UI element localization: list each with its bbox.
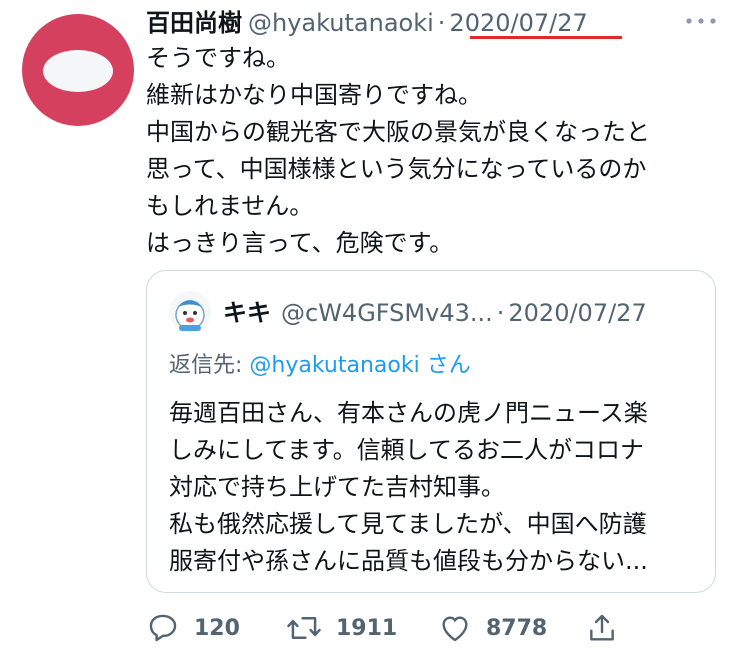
- reply-suffix: さん: [426, 353, 471, 378]
- quoted-text: 毎週百田さん、有本さんの虎ノ門ニュース楽 しみにしてます。信頼してるお二人がコロ…: [169, 395, 699, 580]
- tweet-text: そうですね。 維新はかなり中国寄りですね。 中国からの観光客で大阪の景気が良くな…: [146, 40, 726, 262]
- share-icon: [590, 614, 614, 641]
- quoted-header: キキ @cW4GFSMv43... · 2020/07/27: [223, 293, 647, 333]
- tweet-line: もしれません。: [146, 192, 314, 220]
- author-handle[interactable]: @hyakutanaoki: [248, 5, 434, 41]
- header-separator: ·: [437, 9, 446, 37]
- quoted-date: 2020/07/27: [508, 299, 647, 327]
- replying-to: 返信先: @hyakutanaoki さん: [169, 349, 471, 383]
- retweet-button[interactable]: 1911: [286, 608, 397, 648]
- quoted-author-avatar: [169, 291, 211, 333]
- tweet-line: 中国からの観光客で大阪の景気が良くなったと: [146, 118, 650, 146]
- retweet-icon: [287, 617, 321, 639]
- quoted-author-handle: @cW4GFSMv43...: [281, 299, 493, 327]
- reply-handle-link[interactable]: @hyakutanaoki: [249, 353, 419, 378]
- tweet-line: そうですね。: [146, 44, 290, 72]
- reply-button[interactable]: 120: [146, 608, 240, 648]
- quoted-line: 私も俄然応援して見てましたが、中国へ防護: [169, 510, 647, 538]
- quoted-line: 毎週百田さん、有本さんの虎ノ門ニュース楽: [169, 399, 648, 427]
- reply-label: 返信先:: [169, 353, 243, 378]
- author-avatar[interactable]: [22, 14, 134, 126]
- tweet-line: 思って、中国様様という気分になっているのか: [146, 155, 647, 183]
- quoted-header-separator: ·: [496, 299, 505, 327]
- tweet-line: はっきり言って、危険です。: [146, 229, 454, 257]
- more-icon[interactable]: [684, 6, 718, 43]
- avatar-center-shape: [43, 50, 113, 92]
- retweet-count: 1911: [336, 615, 398, 641]
- action-bar: 120 1911 8778: [146, 608, 626, 648]
- author-name[interactable]: 百田尚樹: [146, 5, 242, 41]
- quoted-tweet-card[interactable]: キキ @cW4GFSMv43... · 2020/07/27 返信先: @hya…: [146, 270, 716, 593]
- reply-count: 120: [194, 615, 240, 641]
- like-button[interactable]: 8778: [438, 608, 547, 648]
- quoted-author-name: キキ: [223, 299, 271, 327]
- date-underline-annotation: [470, 36, 622, 39]
- share-button[interactable]: [586, 608, 618, 648]
- quoted-line: 服寄付や孫さんに品質も値段も分からない...: [169, 547, 648, 575]
- quoted-line: しみにしてます。信頼してるお二人がコロナ: [169, 436, 644, 464]
- quoted-line: 対応で持ち上げてた吉村知事。: [169, 473, 505, 501]
- reply-icon: [149, 614, 177, 642]
- like-count: 8778: [486, 615, 548, 641]
- tweet-line: 維新はかなり中国寄りですね。: [146, 81, 482, 109]
- heart-icon: [442, 616, 468, 642]
